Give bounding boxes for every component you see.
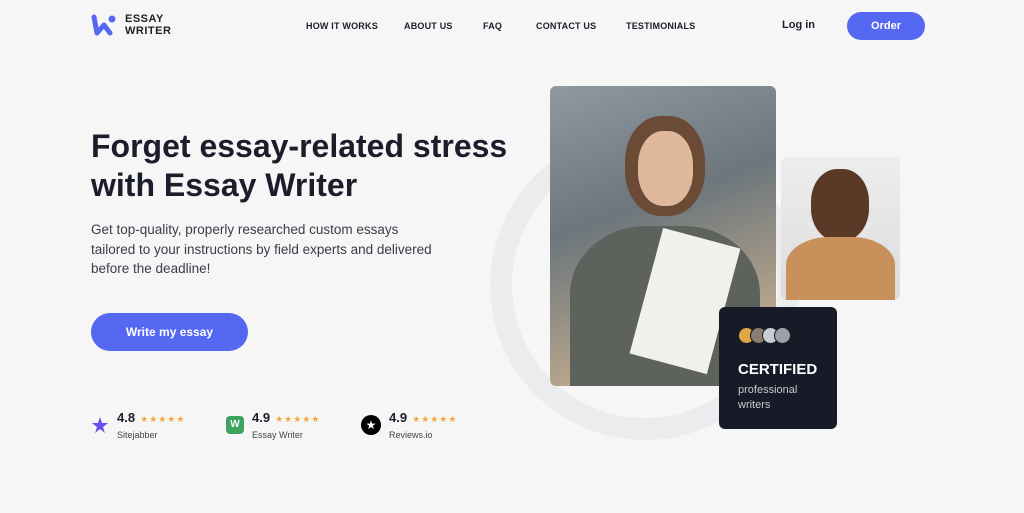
- reviews-io-icon: ★: [361, 414, 381, 435]
- hero-subtitle: Get top-quality, properly researched cus…: [91, 222, 432, 276]
- logo-text-1: ESSAY: [125, 13, 164, 25]
- certified-card: CERTIFIED professional writers: [719, 307, 837, 429]
- logo-text-2: WRITER: [125, 25, 172, 37]
- write-my-essay-button[interactable]: Write my essay: [91, 313, 248, 351]
- rating-source: Sitejabber: [117, 430, 158, 440]
- hero-title: Forget essay-related stress with Essay W…: [91, 128, 508, 203]
- rating-score: 4.8: [117, 410, 136, 425]
- logo-icon: [91, 14, 116, 36]
- sitejabber-icon: [92, 416, 108, 433]
- rating-sitejabber[interactable]: 4.8 ★★★★★ Sitejabber: [91, 409, 185, 440]
- nav-faq[interactable]: FAQ: [483, 21, 502, 31]
- essay-writer-icon: W: [226, 415, 244, 434]
- rating-score: 4.9: [252, 410, 271, 425]
- stars-icon: ★★★★★: [140, 414, 186, 424]
- stars-icon: ★★★★★: [275, 414, 321, 424]
- card-text: professional writers: [738, 384, 798, 411]
- avatar: [774, 327, 791, 344]
- nav-how-it-works[interactable]: HOW IT WORKS: [306, 21, 378, 31]
- rating-reviews-io[interactable]: ★ 4.9 ★★★★★ Reviews.io: [361, 409, 457, 440]
- writer-avatars: [738, 327, 818, 349]
- login-link[interactable]: Log in: [782, 19, 815, 31]
- nav-contact-us[interactable]: CONTACT US: [536, 21, 596, 31]
- logo[interactable]: ESSAY WRITER: [91, 13, 171, 37]
- stars-icon: ★★★★★: [412, 414, 458, 424]
- order-button[interactable]: Order: [847, 12, 925, 40]
- rating-score: 4.9: [389, 410, 408, 425]
- rating-source: Reviews.io: [389, 430, 433, 440]
- nav-testimonials[interactable]: TESTIMONIALS: [626, 21, 695, 31]
- card-title: CERTIFIED: [738, 361, 818, 378]
- nav-about-us[interactable]: ABOUT US: [404, 21, 453, 31]
- rating-source: Essay Writer: [252, 430, 303, 440]
- rating-essay-writer[interactable]: W 4.9 ★★★★★ Essay Writer: [226, 409, 320, 440]
- man-writer-photo: [781, 157, 900, 300]
